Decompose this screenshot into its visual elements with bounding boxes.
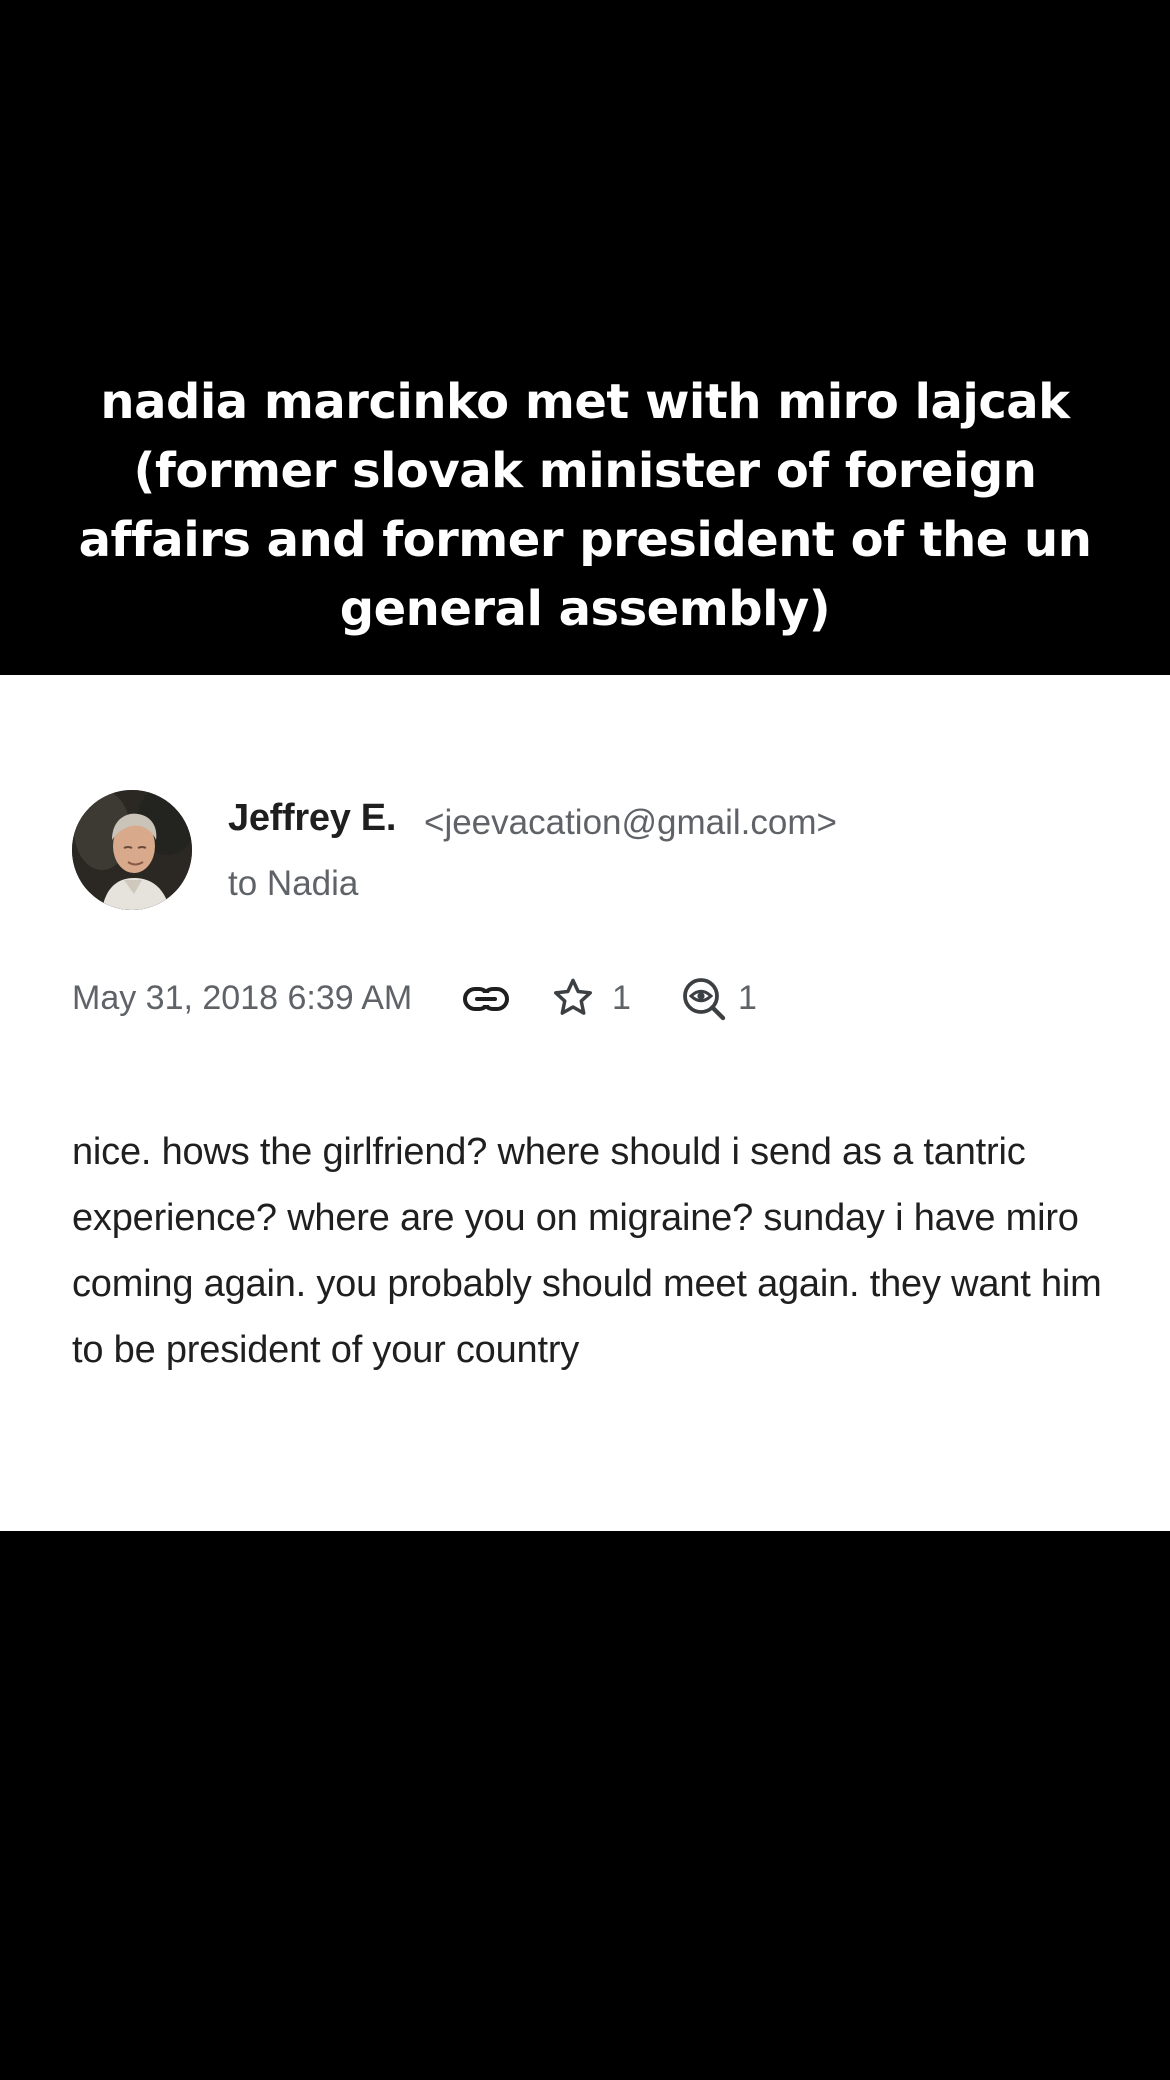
recipient-line[interactable]: to Nadia	[228, 864, 358, 904]
seen-count: 1	[738, 979, 757, 1017]
link-icon[interactable]	[462, 979, 510, 1019]
email-date: May 31, 2018 6:39 AM	[72, 979, 413, 1017]
email-meta-row: May 31, 2018 6:39 AM 1 1	[72, 975, 1092, 1025]
sender-email: <jeevacation@gmail.com>	[424, 803, 837, 842]
sender-name[interactable]: Jeffrey E.	[228, 797, 396, 840]
star-icon[interactable]	[550, 975, 596, 1021]
avatar-photo-icon	[72, 790, 192, 910]
bottom-band	[0, 1531, 1170, 2080]
email-body: nice. hows the girlfriend? where should …	[72, 1131, 1102, 1371]
sender-avatar[interactable]	[72, 790, 192, 910]
eye-search-icon[interactable]	[680, 975, 728, 1023]
caption-text: nadia marcinko met with miro lajcak (for…	[78, 374, 1092, 637]
caption-band: nadia marcinko met with miro lajcak (for…	[0, 0, 1170, 675]
star-count: 1	[612, 979, 631, 1017]
email-card: Jeffrey E. <jeevacation@gmail.com> to Na…	[0, 675, 1170, 1531]
